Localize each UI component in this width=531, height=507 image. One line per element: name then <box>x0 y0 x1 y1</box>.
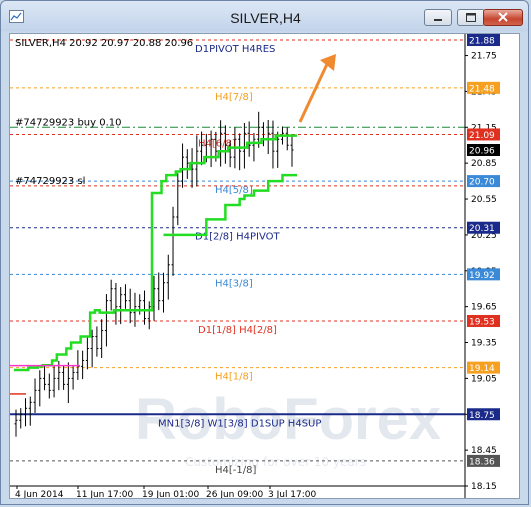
close-button[interactable] <box>483 9 523 26</box>
x-tick-label: 11 Jun 17:00 <box>76 490 133 498</box>
level-label: MN1[3/8] W1[3/8] D1SUP H4SUP <box>158 418 321 429</box>
svg-text:19.53: 19.53 <box>469 317 495 327</box>
level-label: #74729923 sl <box>15 176 85 187</box>
level-label: #74729923 buy 0.10 <box>15 117 122 128</box>
price-label: 21.48 <box>467 81 500 94</box>
x-tick-label: 3 Jul 17:00 <box>268 490 317 498</box>
price-label: 20.31 <box>467 221 500 234</box>
price-label: 20.70 <box>467 175 500 188</box>
svg-text:21.48: 21.48 <box>469 84 495 94</box>
x-tick-label: 4 Jun 2014 <box>15 490 64 498</box>
level-label: H4[-1/8] <box>215 465 256 476</box>
y-tick-label: 19.05 <box>471 374 497 384</box>
svg-text:20.96: 20.96 <box>469 147 495 157</box>
svg-text:18.36: 18.36 <box>469 457 495 467</box>
ohlc-header: SILVER,H4 20.92 20.97 20.88 20.96 <box>15 38 193 49</box>
svg-text:19.14: 19.14 <box>469 364 495 374</box>
x-tick-label: 26 Jun 09:00 <box>206 490 263 498</box>
minimize-icon <box>434 19 442 21</box>
price-label: 19.92 <box>467 268 500 281</box>
level-label: D1[2/8] H4PIVOT <box>195 232 281 243</box>
y-tick-label: 21.75 <box>471 52 497 62</box>
chart-area[interactable]: RoboForex Customizing for over 10 years … <box>9 33 520 499</box>
price-label: 20.96 <box>467 144 500 157</box>
maximize-icon <box>466 13 476 22</box>
chart-window: SILVER,H4 RoboForex Customizing for over… <box>0 0 529 505</box>
x-tick-label: 19 Jun 01:00 <box>142 490 199 498</box>
svg-text:21.88: 21.88 <box>469 37 495 47</box>
svg-text:20.70: 20.70 <box>469 178 495 188</box>
price-chart[interactable]: RoboForex Customizing for over 10 years … <box>10 34 519 498</box>
y-tick-label: 18.15 <box>471 482 497 492</box>
y-tick-label: 20.85 <box>471 159 497 169</box>
level-label: H4[3/8] <box>215 278 253 289</box>
svg-text:18.75: 18.75 <box>469 411 495 421</box>
svg-text:20.31: 20.31 <box>469 224 495 234</box>
title-bar[interactable]: SILVER,H4 <box>1 1 530 33</box>
y-tick-label: 18.45 <box>471 446 497 456</box>
price-label: 19.53 <box>467 314 500 327</box>
maximize-button[interactable] <box>457 9 485 26</box>
close-icon <box>498 12 508 22</box>
watermark-subtext: Customizing for over 10 years <box>185 455 366 469</box>
price-label: 18.36 <box>467 454 500 467</box>
level-label: H4[1/8] <box>215 372 253 383</box>
minimize-button[interactable] <box>424 9 452 26</box>
price-label: 18.75 <box>467 408 500 421</box>
level-label: D1PIVOT H4RES <box>195 44 275 55</box>
level-label: H4[7/8] <box>215 92 253 103</box>
price-label: 21.09 <box>467 128 500 141</box>
price-label: 21.88 <box>467 34 500 47</box>
y-tick-label: 19.35 <box>471 339 497 349</box>
y-tick-label: 19.65 <box>471 303 497 313</box>
price-label: 19.14 <box>467 361 500 374</box>
y-tick-label: 20.55 <box>471 195 497 205</box>
svg-text:21.09: 21.09 <box>469 131 495 141</box>
svg-text:19.92: 19.92 <box>469 271 495 281</box>
level-label: D1[1/8] H4[2/8] <box>198 325 277 336</box>
